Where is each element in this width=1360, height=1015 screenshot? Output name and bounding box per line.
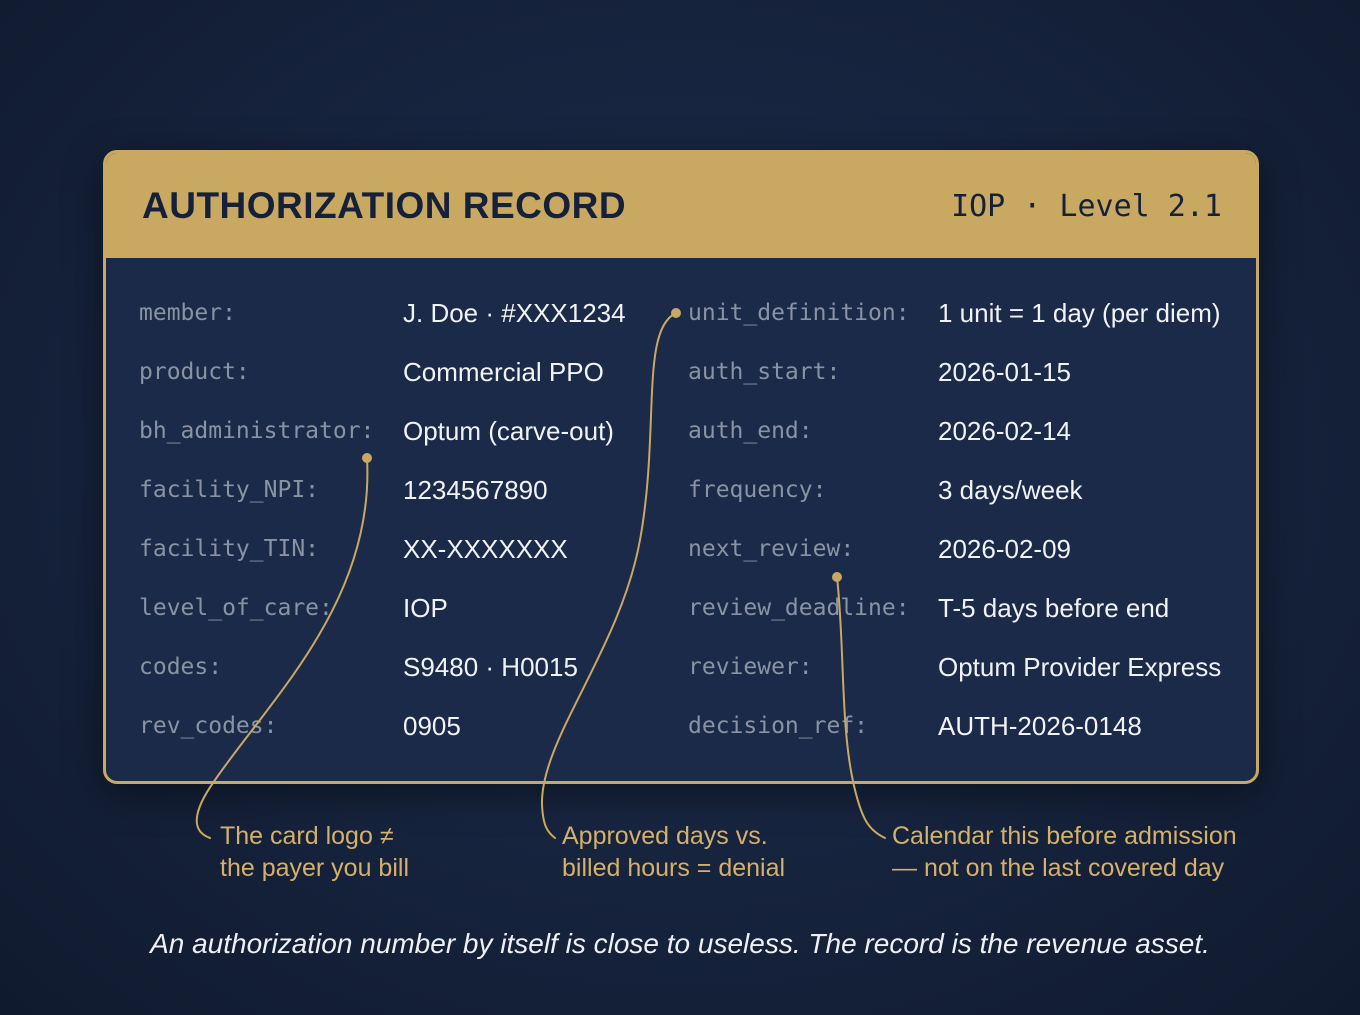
field-value-next-review: 2026-02-09 [938, 534, 1071, 564]
field-label-member: member: [139, 300, 236, 326]
field-label-bh-administrator: bh_administrator: [139, 418, 375, 444]
callout-review-line2: — not on the last covered day [892, 854, 1225, 882]
callout-units-note: Approved days vs. billed hours = denial [562, 820, 785, 884]
field-value-facility-tin: XX-XXXXXXX [403, 534, 568, 564]
callout-review-line1: Calendar this before admission [892, 822, 1237, 850]
field-label-facility-tin: facility_TIN: [139, 536, 320, 562]
field-value-decision-ref: AUTH-2026-0148 [938, 711, 1142, 741]
card-header: AUTHORIZATION RECORD IOP · Level 2.1 [106, 153, 1256, 258]
field-value-frequency: 3 days/week [938, 475, 1083, 505]
field-label-unit-definition: unit_definition: [688, 300, 910, 326]
field-label-rev-codes: rev_codes: [139, 713, 278, 739]
field-label-frequency: frequency: [688, 477, 827, 503]
callout-units-line1: Approved days vs. [562, 822, 768, 850]
field-value-reviewer: Optum Provider Express [938, 652, 1222, 682]
field-label-auth-end: auth_end: [688, 418, 813, 444]
field-value-rev-codes: 0905 [403, 711, 461, 741]
field-value-level-of-care: IOP [403, 593, 448, 623]
field-value-bh-administrator: Optum (carve-out) [403, 416, 614, 446]
authorization-record-card: AUTHORIZATION RECORD IOP · Level 2.1 mem… [103, 150, 1259, 784]
footer-caption: An authorization number by itself is clo… [150, 928, 1210, 959]
level-of-care-badge: IOP · Level 2.1 [951, 189, 1222, 224]
field-value-product: Commercial PPO [403, 357, 604, 387]
field-label-level-of-care: level_of_care: [139, 595, 333, 621]
field-value-review-deadline: T-5 days before end [938, 593, 1170, 623]
field-value-auth-end: 2026-02-14 [938, 416, 1071, 446]
card-title: AUTHORIZATION RECORD [142, 185, 627, 226]
field-label-review-deadline: review_deadline: [688, 595, 910, 621]
field-value-codes: S9480 · H0015 [403, 652, 578, 682]
callout-payer-line2: the payer you bill [220, 854, 410, 882]
callout-review-note: Calendar this before admission — not on … [892, 820, 1237, 884]
field-label-codes: codes: [139, 654, 223, 680]
field-label-facility-npi: facility_NPI: [139, 477, 320, 503]
field-label-next-review: next_review: [688, 536, 855, 562]
field-label-auth-start: auth_start: [688, 359, 841, 385]
field-label-reviewer: reviewer: [688, 654, 813, 680]
callout-payer-note: The card logo ≠ the payer you bill [220, 820, 409, 884]
field-value-member: J. Doe · #XXX1234 [403, 298, 626, 328]
callout-units-line2: billed hours = denial [562, 854, 786, 882]
field-label-product: product: [139, 359, 250, 385]
field-value-auth-start: 2026-01-15 [938, 357, 1071, 387]
callout-payer-line1: The card logo ≠ [220, 822, 394, 850]
field-value-unit-definition: 1 unit = 1 day (per diem) [938, 298, 1221, 328]
field-label-decision-ref: decision_ref: [688, 713, 869, 739]
field-value-facility-npi: 1234567890 [403, 475, 548, 505]
